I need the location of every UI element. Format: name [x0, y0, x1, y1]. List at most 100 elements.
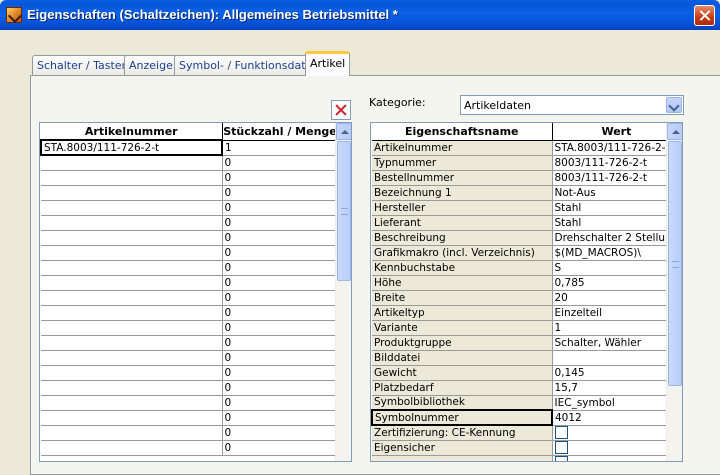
table-row[interactable]: Zertifizierung: CE-Kennung — [372, 425, 682, 441]
artikelnummer-cell[interactable]: STA.8003/111-726-2-t — [40, 139, 223, 156]
property-name-cell[interactable]: Produktgruppe — [372, 335, 553, 351]
scroll-thumb[interactable] — [337, 141, 351, 281]
property-name-cell[interactable]: Lieferant — [372, 215, 553, 231]
table-row[interactable]: Artikelnummer STA.8003/111-726-2-t — [372, 140, 682, 156]
artikelnummer-cell[interactable] — [41, 215, 223, 231]
property-name-cell[interactable]: Platzbedarf — [372, 380, 553, 396]
article-table[interactable]: Artikelnummer Stückzahl / Menge STA.8003… — [39, 122, 352, 462]
table-row[interactable]: Beschreibung Drehschalter 2 Stellung — [372, 230, 682, 246]
stueckzahl-cell[interactable]: 0 — [222, 230, 339, 246]
property-name-cell[interactable]: Symbolbibliothek — [372, 395, 553, 411]
close-button[interactable] — [694, 5, 715, 26]
artikelnummer-cell[interactable] — [41, 335, 223, 351]
artikelnummer-cell[interactable] — [41, 260, 223, 276]
scroll-up-arrow-icon[interactable] — [336, 123, 351, 140]
artikelnummer-cell[interactable] — [41, 395, 223, 411]
artikelnummer-cell[interactable] — [41, 350, 223, 366]
artikelnummer-cell[interactable] — [41, 380, 223, 396]
table-row[interactable] — [372, 455, 682, 461]
stueckzahl-cell[interactable]: 0 — [222, 275, 339, 291]
stueckzahl-cell[interactable]: 0 — [222, 440, 339, 456]
stueckzahl-cell[interactable]: 0 — [222, 245, 339, 261]
stueckzahl-cell[interactable]: 0 — [222, 215, 339, 231]
artikelnummer-cell[interactable] — [41, 230, 223, 246]
property-value-cell[interactable]: Not-Aus — [552, 185, 682, 201]
delete-row-button[interactable] — [331, 100, 351, 120]
article-table-scrollbar[interactable] — [335, 123, 351, 461]
stueckzahl-cell[interactable]: 0 — [222, 410, 339, 426]
category-select[interactable]: Artikeldaten — [460, 95, 684, 115]
property-name-cell[interactable]: Höhe — [372, 275, 553, 291]
table-row[interactable]: 0 — [41, 260, 339, 276]
property-name-cell[interactable]: Zertifizierung: CE-Kennung — [372, 425, 553, 441]
table-row[interactable]: Artikeltyp Einzelteil — [372, 305, 682, 321]
property-name-cell[interactable]: Symbolnummer — [371, 409, 553, 426]
table-row[interactable]: 0 — [41, 380, 339, 396]
property-name-cell[interactable] — [372, 455, 553, 461]
property-table-scrollbar[interactable] — [666, 123, 682, 461]
table-row[interactable]: 0 — [41, 425, 339, 441]
property-name-cell[interactable]: Bestellnummer — [372, 170, 553, 186]
stueckzahl-cell[interactable]: 0 — [222, 290, 339, 306]
table-row[interactable]: Lieferant Stahl — [372, 215, 682, 231]
table-row[interactable]: Bestellnummer 8003/111-726-2-t — [372, 170, 682, 186]
table-row[interactable]: 0 — [41, 350, 339, 366]
table-row[interactable]: Symbolbibliothek IEC_symbol — [372, 395, 682, 411]
property-table[interactable]: Eigenschaftsname Wert Artikelnummer STA.8… — [370, 122, 683, 462]
table-row[interactable]: Grafikmakro (incl. Verzeichnis) $(MD_MACR… — [372, 245, 682, 261]
property-name-cell[interactable]: Artikeltyp — [372, 305, 553, 321]
table-row[interactable]: Platzbedarf 15,7 — [372, 380, 682, 396]
table-row[interactable]: 0 — [41, 230, 339, 246]
property-name-cell[interactable]: Typnummer — [372, 155, 553, 171]
table-row[interactable]: 0 — [41, 395, 339, 411]
table-row[interactable]: 0 — [41, 155, 339, 171]
property-value-cell[interactable] — [552, 425, 682, 441]
table-row[interactable]: Eigensicher — [372, 440, 682, 456]
table-row[interactable]: Variante 1 — [372, 320, 682, 336]
table-row[interactable]: 0 — [41, 335, 339, 351]
property-checkbox[interactable] — [554, 456, 568, 461]
artikelnummer-cell[interactable] — [41, 275, 223, 291]
property-name-cell[interactable]: Breite — [372, 290, 553, 306]
property-value-cell[interactable]: 8003/111-726-2-t — [552, 155, 682, 171]
stueckzahl-cell[interactable]: 0 — [222, 260, 339, 276]
artikelnummer-cell[interactable] — [41, 410, 223, 426]
property-name-cell[interactable]: Beschreibung — [372, 230, 553, 246]
table-row[interactable]: Hersteller Stahl — [372, 200, 682, 216]
property-value-cell[interactable] — [552, 455, 682, 461]
table-row[interactable]: Breite 20 — [372, 290, 682, 306]
artikelnummer-cell[interactable] — [41, 200, 223, 216]
property-name-cell[interactable]: Artikelnummer — [372, 140, 553, 156]
artikelnummer-cell[interactable] — [41, 290, 223, 306]
property-checkbox[interactable] — [554, 441, 568, 454]
property-value-cell[interactable]: Stahl — [552, 200, 682, 216]
property-value-cell[interactable]: Einzelteil — [552, 305, 682, 321]
table-row[interactable]: Kennbuchstabe S — [372, 260, 682, 276]
artikelnummer-cell[interactable] — [41, 185, 223, 201]
column-header-eigenschaftsname[interactable]: Eigenschaftsname — [372, 123, 553, 141]
property-value-cell[interactable]: 0,145 — [552, 365, 682, 381]
stueckzahl-cell[interactable]: 0 — [222, 200, 339, 216]
property-value-cell[interactable]: 0,785 — [552, 275, 682, 291]
stueckzahl-cell[interactable]: 0 — [222, 305, 339, 321]
stueckzahl-cell[interactable]: 1 — [222, 140, 339, 156]
stueckzahl-cell[interactable]: 0 — [222, 155, 339, 171]
table-row[interactable]: 0 — [41, 215, 339, 231]
scroll-thumb[interactable] — [668, 141, 682, 386]
property-value-cell[interactable]: 1 — [552, 320, 682, 336]
artikelnummer-cell[interactable] — [41, 365, 223, 381]
table-row[interactable]: 0 — [41, 440, 339, 456]
artikelnummer-cell[interactable] — [41, 320, 223, 336]
tab-symbol-funktionsdaten[interactable]: Symbol- / Funktionsdaten — [174, 55, 325, 75]
property-value-cell[interactable] — [552, 350, 682, 366]
stueckzahl-cell[interactable]: 0 — [222, 425, 339, 441]
table-row[interactable]: 0 — [41, 200, 339, 216]
artikelnummer-cell[interactable] — [41, 305, 223, 321]
artikelnummer-cell[interactable] — [41, 425, 223, 441]
property-value-cell[interactable]: Drehschalter 2 Stellung — [552, 230, 682, 246]
tab-artikel[interactable]: Artikel — [305, 51, 351, 76]
stueckzahl-cell[interactable]: 0 — [222, 395, 339, 411]
table-row[interactable]: 0 — [41, 245, 339, 261]
chevron-down-icon[interactable] — [666, 97, 682, 113]
property-name-cell[interactable]: Kennbuchstabe — [372, 260, 553, 276]
